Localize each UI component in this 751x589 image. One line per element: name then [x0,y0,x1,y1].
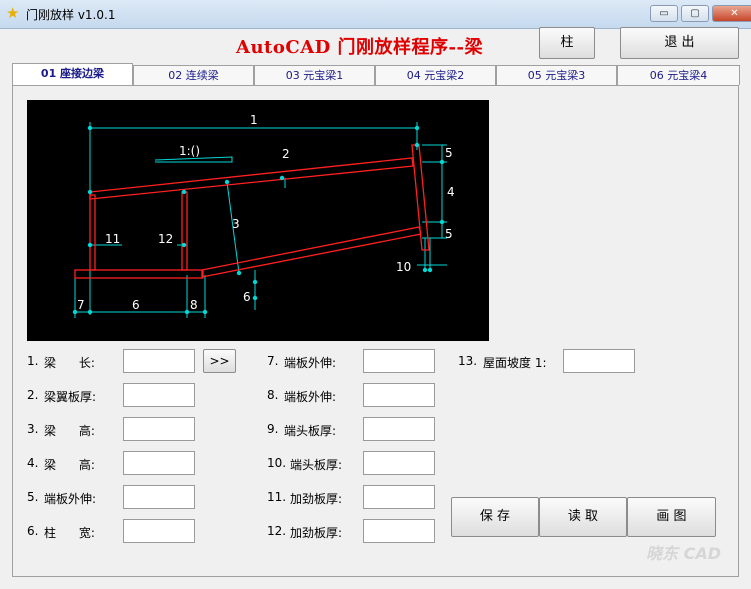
dim-label-3: 3 [232,217,240,231]
expand-button[interactable]: >> [203,349,236,373]
field-2-label: 梁翼板厚: [44,390,97,404]
slope-label: 1:() [179,144,200,158]
title-bar: ★ 门刚放样 v1.0.1 ▭ ▢ ✕ [0,0,751,29]
dim-label-4: 4 [447,185,455,199]
tab-01[interactable]: 01 座接边梁 [12,63,133,86]
beam-height-input-2[interactable] [123,451,195,475]
field-8-num: 8. [267,388,279,402]
field-11-label: 加劲板厚: [290,492,343,506]
exit-button[interactable]: 退 出 [620,27,739,59]
watermark: 晓东 CAD [646,544,721,563]
dim-label-6a: 6 [132,298,140,312]
roof-slope-input[interactable] [563,349,635,373]
beam-diagram-svg: 1 1:() 2 3 4 5 5 6 6 7 8 10 11 12 [72,113,455,318]
field-3-label: 梁 高: [44,424,95,438]
tab-04[interactable]: 04 元宝梁2 [375,65,496,85]
beam-diagram: 1 1:() 2 3 4 5 5 6 6 7 8 10 11 12 [27,100,489,341]
read-button[interactable]: 读 取 [539,497,627,537]
field-1-num: 1. [27,354,39,368]
field-1-label: 梁 长: [44,356,95,370]
stiffener-thickness-input-12[interactable] [363,519,435,543]
end-plate-thickness-input-9[interactable] [363,417,435,441]
minimize-button[interactable]: ▭ [650,5,678,22]
tab-bar: 01 座接边梁 02 连续梁 03 元宝梁1 04 元宝梁2 05 元宝梁3 0… [12,63,740,86]
field-4-label: 梁 高: [44,458,95,472]
end-plate-left [89,194,96,271]
field-10-num: 10. [267,456,287,470]
beam-top-flange [89,157,414,200]
end-plate-overhang-input-7[interactable] [363,349,435,373]
flange-thickness-input[interactable] [123,383,195,407]
dim-label-11: 11 [105,232,120,246]
field-7-label: 端板外伸: [284,356,337,370]
star-icon: ★ [6,4,20,22]
dim-label-10: 10 [396,260,411,274]
dim-label-5a: 5 [445,146,453,160]
beam-height-input-1[interactable] [123,417,195,441]
stiffener-thickness-input-11[interactable] [363,485,435,509]
tab-06[interactable]: 06 元宝梁4 [617,65,740,85]
field-12-label: 加劲板厚: [290,526,343,540]
close-button[interactable]: ✕ [712,5,751,22]
field-11-num: 11. [267,490,287,504]
draw-button[interactable]: 画 图 [627,497,716,537]
dim-label-7: 7 [77,298,85,312]
window-title: 门刚放样 v1.0.1 [26,8,116,22]
field-13-num: 13. [458,354,478,368]
maximize-button[interactable]: ▢ [681,5,709,22]
dim-label-12: 12 [158,232,173,246]
tab-02[interactable]: 02 连续梁 [133,65,254,85]
field-6-label: 柱 宽: [44,526,95,540]
tab-05[interactable]: 05 元宝梁3 [496,65,617,85]
field-4-num: 4. [27,456,39,470]
dim-label-5b: 5 [445,227,453,241]
field-3-num: 3. [27,422,39,436]
column-width-input[interactable] [123,519,195,543]
beam-bottom-flange [201,226,422,278]
field-5-label: 端板外伸: [44,492,97,506]
end-plate-thickness-input-10[interactable] [363,451,435,475]
column-button[interactable]: 柱 [539,27,595,59]
field-6-num: 6. [27,524,39,538]
field-2-num: 2. [27,388,39,402]
end-plate-overhang-input-8[interactable] [363,383,435,407]
field-10-label: 端头板厚: [290,458,343,472]
field-8-label: 端板外伸: [284,390,337,404]
program-title: AutoCAD 门刚放样程序--梁 [236,37,483,58]
beam-bottom-plate [74,269,204,279]
beam-length-input[interactable] [123,349,195,373]
stiffener-left [181,191,188,271]
dim-label-2: 2 [282,147,290,161]
field-13-label: 屋面坡度 1: [483,356,547,370]
field-9-num: 9. [267,422,279,436]
tab-03[interactable]: 03 元宝梁1 [254,65,375,85]
field-5-num: 5. [27,490,39,504]
dim-label-1: 1 [250,113,258,127]
end-plate-right [411,144,430,251]
end-plate-overhang-input-1[interactable] [123,485,195,509]
field-12-num: 12. [267,524,287,538]
field-9-label: 端头板厚: [284,424,337,438]
dim-label-6b: 6 [243,290,251,304]
save-button[interactable]: 保 存 [451,497,539,537]
dim-label-8: 8 [190,298,198,312]
field-7-num: 7. [267,354,279,368]
